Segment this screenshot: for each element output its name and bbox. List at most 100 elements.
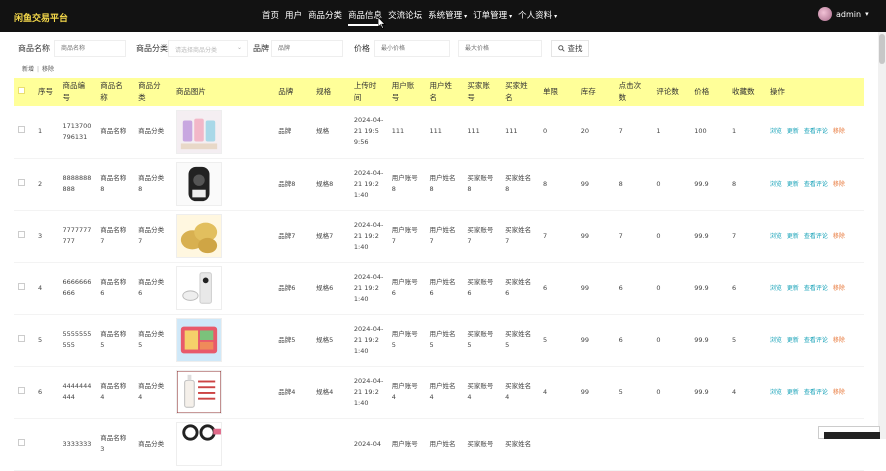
view-comments-button[interactable]: 查看评论 — [804, 337, 828, 344]
avatar[interactable] — [818, 7, 832, 21]
column-header: 规格 — [316, 87, 332, 96]
view-comments-button[interactable]: 查看评论 — [804, 285, 828, 292]
cell-bname: 买家姓名6 — [501, 262, 539, 315]
cell-fav: 8 — [728, 158, 766, 211]
product-image-cell — [171, 210, 275, 263]
view-button[interactable]: 浏览 — [770, 285, 782, 292]
cell-clicks: 7 — [614, 210, 653, 263]
delete-row-button[interactable]: 移除 — [833, 181, 845, 188]
product-image-lunchbox[interactable] — [175, 318, 222, 362]
column-header: 用户账号 — [391, 81, 415, 102]
row-operations: 浏览 更新 查看评论 移除 — [765, 210, 864, 263]
cell-price: 99.9 — [690, 366, 729, 419]
top-navbar: 闲鱼交易平台 首页 用户 商品分类 商品信息 交流论坛 系统管理 ▾ 订单管理 ▾ 个人资料 ▾ a… — [0, 0, 886, 32]
cell-spec: 规格4 — [312, 366, 350, 419]
brand-title[interactable]: 闲鱼交易平台 — [14, 11, 68, 24]
cell-uname: 用户姓名6 — [425, 262, 464, 315]
nav-item-7[interactable]: 个人资料 ▾ — [518, 6, 557, 26]
scrollbar-thumb[interactable] — [879, 34, 885, 64]
nav-item-3[interactable]: 商品信息 — [348, 6, 383, 26]
view-button[interactable]: 浏览 — [770, 337, 782, 344]
product-image-heater[interactable] — [175, 162, 222, 206]
product-image-bottle[interactable] — [175, 370, 222, 414]
cell-spec — [312, 418, 350, 471]
row-checkbox[interactable] — [18, 334, 25, 342]
view-button[interactable]: 浏览 — [770, 233, 782, 240]
row-checkbox[interactable] — [18, 126, 25, 134]
search-icon — [557, 45, 565, 52]
price-min-input[interactable] — [374, 40, 450, 57]
cell-clicks: 5 — [614, 366, 653, 419]
price-max-input[interactable] — [458, 40, 542, 57]
add-button[interactable]: 新增 — [22, 66, 34, 73]
view-comments-button[interactable]: 查看评论 — [804, 233, 828, 240]
name-input[interactable] — [54, 40, 126, 57]
cell-stock: 99 — [576, 366, 615, 419]
cell-brand: 品牌8 — [274, 158, 313, 211]
nav-item-6[interactable]: 订单管理 ▾ — [473, 6, 512, 26]
view-comments-button[interactable]: 查看评论 — [804, 128, 828, 135]
cell-name: 商品名称3 — [96, 418, 135, 471]
brand-label: 品牌 — [253, 44, 269, 53]
edit-button[interactable]: 更新 — [787, 233, 799, 240]
cell-code: 8888888888 — [58, 158, 97, 211]
edit-button[interactable]: 更新 — [787, 389, 799, 396]
cell-stock: 99 — [576, 210, 615, 263]
view-button[interactable]: 浏览 — [770, 181, 782, 188]
cell-name: 商品名称7 — [96, 210, 135, 263]
row-checkbox[interactable] — [18, 438, 25, 446]
cell-code: 5555555555 — [58, 314, 97, 367]
cell-bacct: 买家账号 — [463, 418, 502, 471]
row-checkbox[interactable] — [18, 230, 25, 238]
cell-cat: 商品分类5 — [134, 314, 172, 367]
edit-button[interactable]: 更新 — [787, 181, 799, 188]
delete-button[interactable]: 移除 — [42, 66, 54, 73]
product-image-console[interactable] — [175, 266, 222, 310]
delete-row-button[interactable]: 移除 — [833, 389, 845, 396]
view-button[interactable]: 浏览 — [770, 128, 782, 135]
nav-item-5[interactable]: 系统管理 ▾ — [428, 6, 467, 26]
nav-item-2[interactable]: 商品分类 — [308, 6, 342, 26]
user-name[interactable]: admin — [836, 10, 861, 19]
cell-bname: 买家姓名4 — [501, 366, 539, 419]
vertical-scrollbar[interactable] — [878, 32, 886, 439]
cell-limit: 7 — [538, 210, 577, 263]
edit-button[interactable]: 更新 — [787, 128, 799, 135]
cell-cat: 商品分类 — [134, 106, 172, 159]
row-checkbox[interactable] — [18, 178, 25, 186]
delete-row-button[interactable]: 移除 — [833, 233, 845, 240]
nav-item-4[interactable]: 交流论坛 — [388, 6, 422, 26]
delete-row-button[interactable]: 移除 — [833, 285, 845, 292]
cell-price: 99.9 — [690, 262, 729, 315]
cell-time: 2024-04-21 19:21:40 — [349, 262, 388, 315]
view-comments-button[interactable]: 查看评论 — [804, 181, 828, 188]
product-image-cups[interactable] — [175, 109, 222, 154]
row-checkbox[interactable] — [18, 386, 25, 394]
column-header: 库存 — [580, 87, 596, 96]
select-all-checkbox[interactable] — [18, 87, 25, 94]
view-comments-button[interactable]: 查看评论 — [804, 389, 828, 396]
nav-item-label: 首页 — [262, 11, 280, 21]
delete-row-button[interactable]: 移除 — [833, 337, 845, 344]
cell-spec: 规格6 — [312, 262, 350, 315]
product-image-glasses[interactable] — [175, 422, 222, 466]
cell-brand: 品牌 — [274, 106, 313, 159]
row-operations: 浏览 更新 查看评论 移除 — [765, 262, 864, 315]
view-button[interactable]: 浏览 — [770, 389, 782, 396]
product-image-potato[interactable] — [175, 214, 222, 258]
brand-input[interactable] — [271, 40, 343, 57]
nav-item-1[interactable]: 用户 — [285, 6, 302, 26]
row-checkbox[interactable] — [18, 282, 25, 290]
category-select[interactable]: 请选择商品分类 ⌄ — [168, 40, 248, 57]
delete-row-button[interactable]: 移除 — [833, 128, 845, 135]
cell-time: 2024-04-21 19:21:40 — [349, 210, 388, 263]
user-menu[interactable]: admin ▾ — [818, 7, 869, 21]
product-image-cell — [171, 418, 275, 471]
search-button[interactable]: 查找 — [551, 40, 589, 57]
category-label: 商品分类 — [136, 44, 168, 53]
edit-button[interactable]: 更新 — [787, 285, 799, 292]
nav-item-0[interactable]: 首页 — [262, 6, 279, 26]
edit-button[interactable]: 更新 — [787, 337, 799, 344]
chevron-down-icon[interactable]: ▾ — [865, 10, 869, 18]
cell-limit: 6 — [538, 262, 577, 315]
